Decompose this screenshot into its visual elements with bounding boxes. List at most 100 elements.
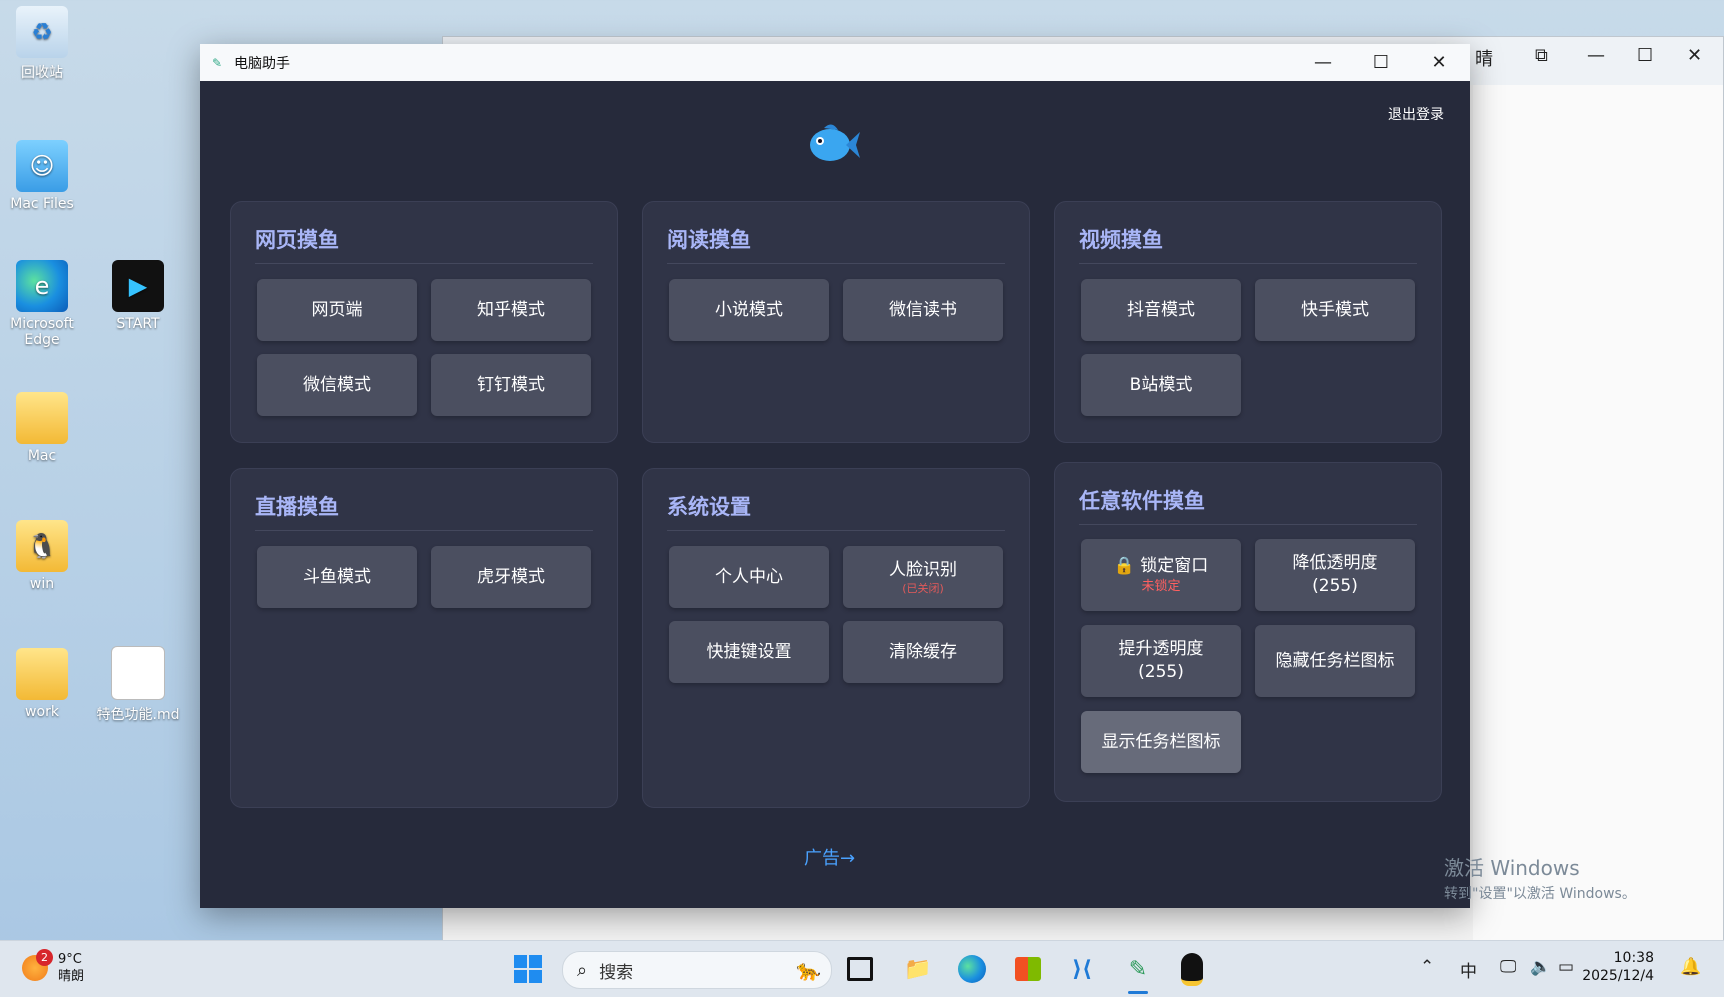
app-titlebar[interactable]: ✎ 电脑助手 — ☐ ✕	[200, 44, 1470, 81]
qq-icon[interactable]	[1174, 951, 1210, 987]
minimize-icon: —	[1314, 52, 1332, 73]
desktop-icon-win[interactable]: 🐧 win	[0, 520, 84, 592]
notification-bell-icon[interactable]: 🔔	[1680, 957, 1701, 977]
douyin-mode-button[interactable]: 抖音模式	[1081, 279, 1241, 341]
clock-date: 2025/12/4	[1582, 968, 1654, 984]
logout-link[interactable]: 退出登录	[1388, 104, 1444, 124]
huya-mode-button[interactable]: 虎牙模式	[431, 546, 591, 608]
weather-widget[interactable]: 2 9°C 晴朗	[22, 949, 85, 985]
lock-window-button[interactable]: 🔒 锁定窗口 未锁定	[1081, 539, 1241, 611]
video-fishing-card: 视频摸鱼 抖音模式 快手模式 B站模式	[1054, 201, 1442, 443]
dingtalk-mode-button[interactable]: 钉钉模式	[431, 354, 591, 416]
kuaishou-mode-button[interactable]: 快手模式	[1255, 279, 1415, 341]
close-button[interactable]: ✕	[1410, 44, 1468, 81]
reading-fishing-title: 阅读摸鱼	[667, 224, 1005, 264]
activation-line2: 转到"设置"以激活 Windows。	[1444, 886, 1636, 902]
live-fishing-card: 直播摸鱼 斗鱼模式 虎牙模式	[230, 468, 618, 808]
lower-opacity-button[interactable]: 降低透明度 (255)	[1255, 539, 1415, 611]
desktop-icon-label: 回收站	[21, 65, 63, 81]
taskbar-clock[interactable]: 10:38 2025/12/4	[1582, 949, 1654, 985]
ad-link[interactable]: 广告→	[804, 844, 855, 870]
start-button[interactable]	[510, 951, 546, 987]
live-fishing-title: 直播摸鱼	[255, 491, 593, 531]
close-icon: ✕	[1431, 52, 1447, 73]
start-app-icon: ▶	[112, 260, 164, 312]
minimize-button[interactable]: —	[1294, 44, 1352, 81]
minimize-icon[interactable]: —	[1587, 45, 1605, 66]
face-recognition-status: (已关闭)	[902, 581, 944, 595]
desktop-icon-label: win	[29, 576, 55, 592]
snap-layout-icon[interactable]: ⧉	[1535, 45, 1548, 66]
volume-icon[interactable]: 🔈	[1530, 957, 1551, 977]
desktop-icon-start[interactable]: ▶ START	[96, 260, 180, 332]
desktop-icon-mac-files[interactable]: ☺ Mac Files	[0, 140, 84, 212]
folder-icon: ☺	[16, 140, 68, 192]
fish-logo-icon	[810, 124, 860, 161]
lower-opacity-value: (255)	[1312, 576, 1358, 596]
app-taskbar-icon[interactable]: ✎	[1120, 951, 1156, 987]
vscode-icon[interactable]: ⟩⟨	[1064, 951, 1100, 987]
network-icon[interactable]: 🖵	[1500, 957, 1516, 977]
clear-cache-button[interactable]: 清除缓存	[843, 621, 1003, 683]
app-title: 电脑助手	[234, 55, 290, 72]
close-icon[interactable]: ✕	[1687, 45, 1702, 66]
weather-temp: 9°C	[58, 952, 82, 967]
zhihu-mode-button[interactable]: 知乎模式	[431, 279, 591, 341]
desktop-icon-recycle-bin[interactable]: ♻ 回收站	[0, 6, 84, 82]
desktop-icon-work[interactable]: work	[0, 648, 84, 720]
search-highlight-icon: 🐆	[796, 958, 821, 982]
wechat-mode-button[interactable]: 微信模式	[257, 354, 417, 416]
douyu-mode-button[interactable]: 斗鱼模式	[257, 546, 417, 608]
chevron-up-icon[interactable]: ⌃	[1420, 957, 1434, 977]
desktop-icon-feature-md[interactable]: 特色功能.md	[92, 646, 184, 724]
weather-desc: 晴朗	[58, 969, 85, 984]
profile-center-button[interactable]: 个人中心	[669, 546, 829, 608]
show-taskbar-icon-button[interactable]: 显示任务栏图标	[1081, 711, 1241, 773]
novel-mode-button[interactable]: 小说模式	[669, 279, 829, 341]
background-window-panel	[1473, 85, 1723, 941]
wechat-read-button[interactable]: 微信读书	[843, 279, 1003, 341]
web-mode-button[interactable]: 网页端	[257, 279, 417, 341]
windows-logo-icon	[514, 955, 542, 983]
shortcut-settings-button[interactable]: 快捷键设置	[669, 621, 829, 683]
system-settings-card: 系统设置 个人中心 人脸识别 (已关闭) 快捷键设置 清除缓存	[642, 468, 1030, 808]
lower-opacity-label: 降低透明度	[1292, 553, 1378, 574]
battery-icon[interactable]: ▭	[1558, 957, 1574, 977]
desktop-icon-label: Microsoft Edge	[10, 316, 74, 348]
desktop-icon-mac[interactable]: Mac	[0, 392, 84, 464]
background-window-title: 晴	[1475, 49, 1493, 70]
recycle-bin-icon: ♻	[16, 6, 68, 58]
activation-watermark: 激活 Windows 转到"设置"以激活 Windows。	[1444, 852, 1636, 903]
desktop-icon-label: Mac Files	[10, 196, 74, 212]
ime-indicator[interactable]: 中	[1460, 957, 1477, 982]
maximize-icon[interactable]: ☐	[1637, 45, 1653, 66]
web-fishing-title: 网页摸鱼	[255, 224, 593, 264]
video-fishing-title: 视频摸鱼	[1079, 224, 1417, 264]
task-view-icon[interactable]	[842, 951, 878, 987]
taskbar-search[interactable]: ⌕ 搜索 🐆	[562, 951, 832, 989]
hide-taskbar-icon-button[interactable]: 隐藏任务栏图标	[1255, 625, 1415, 697]
edge-icon: e	[16, 260, 68, 312]
folder-icon	[16, 648, 68, 700]
app-window: ✎ 电脑助手 — ☐ ✕ 退出登录 网页摸鱼 网页端 知乎模式 微信模式 钉钉模…	[200, 44, 1470, 908]
maximize-button[interactable]: ☐	[1352, 44, 1410, 81]
folder-icon	[16, 392, 68, 444]
file-explorer-icon[interactable]: 📁	[900, 951, 936, 987]
system-settings-title: 系统设置	[667, 491, 1005, 531]
folder-icon: 🐧	[16, 520, 68, 572]
weather-sun-icon: 2	[22, 949, 53, 981]
face-recognition-button[interactable]: 人脸识别 (已关闭)	[843, 546, 1003, 608]
edge-taskbar-icon[interactable]	[954, 951, 990, 987]
raise-opacity-button[interactable]: 提升透明度 (255)	[1081, 625, 1241, 697]
desktop-icon-edge[interactable]: e Microsoft Edge	[0, 260, 84, 348]
desktop-icon-label: START	[116, 316, 160, 332]
taskbar: 2 9°C 晴朗 ⌕ 搜索 🐆 📁 ⟩⟨ ✎ ⌃ 中 🖵 🔈 ▭ 10:38 2…	[0, 940, 1724, 997]
store-icon[interactable]	[1010, 951, 1046, 987]
desktop-icon-label: Mac	[27, 448, 57, 464]
bilibili-mode-button[interactable]: B站模式	[1081, 354, 1241, 416]
web-fishing-card: 网页摸鱼 网页端 知乎模式 微信模式 钉钉模式	[230, 201, 618, 443]
active-app-indicator	[1128, 991, 1148, 994]
any-software-title: 任意软件摸鱼	[1079, 485, 1417, 525]
clock-time: 10:38	[1613, 950, 1654, 966]
maximize-icon: ☐	[1372, 52, 1390, 73]
